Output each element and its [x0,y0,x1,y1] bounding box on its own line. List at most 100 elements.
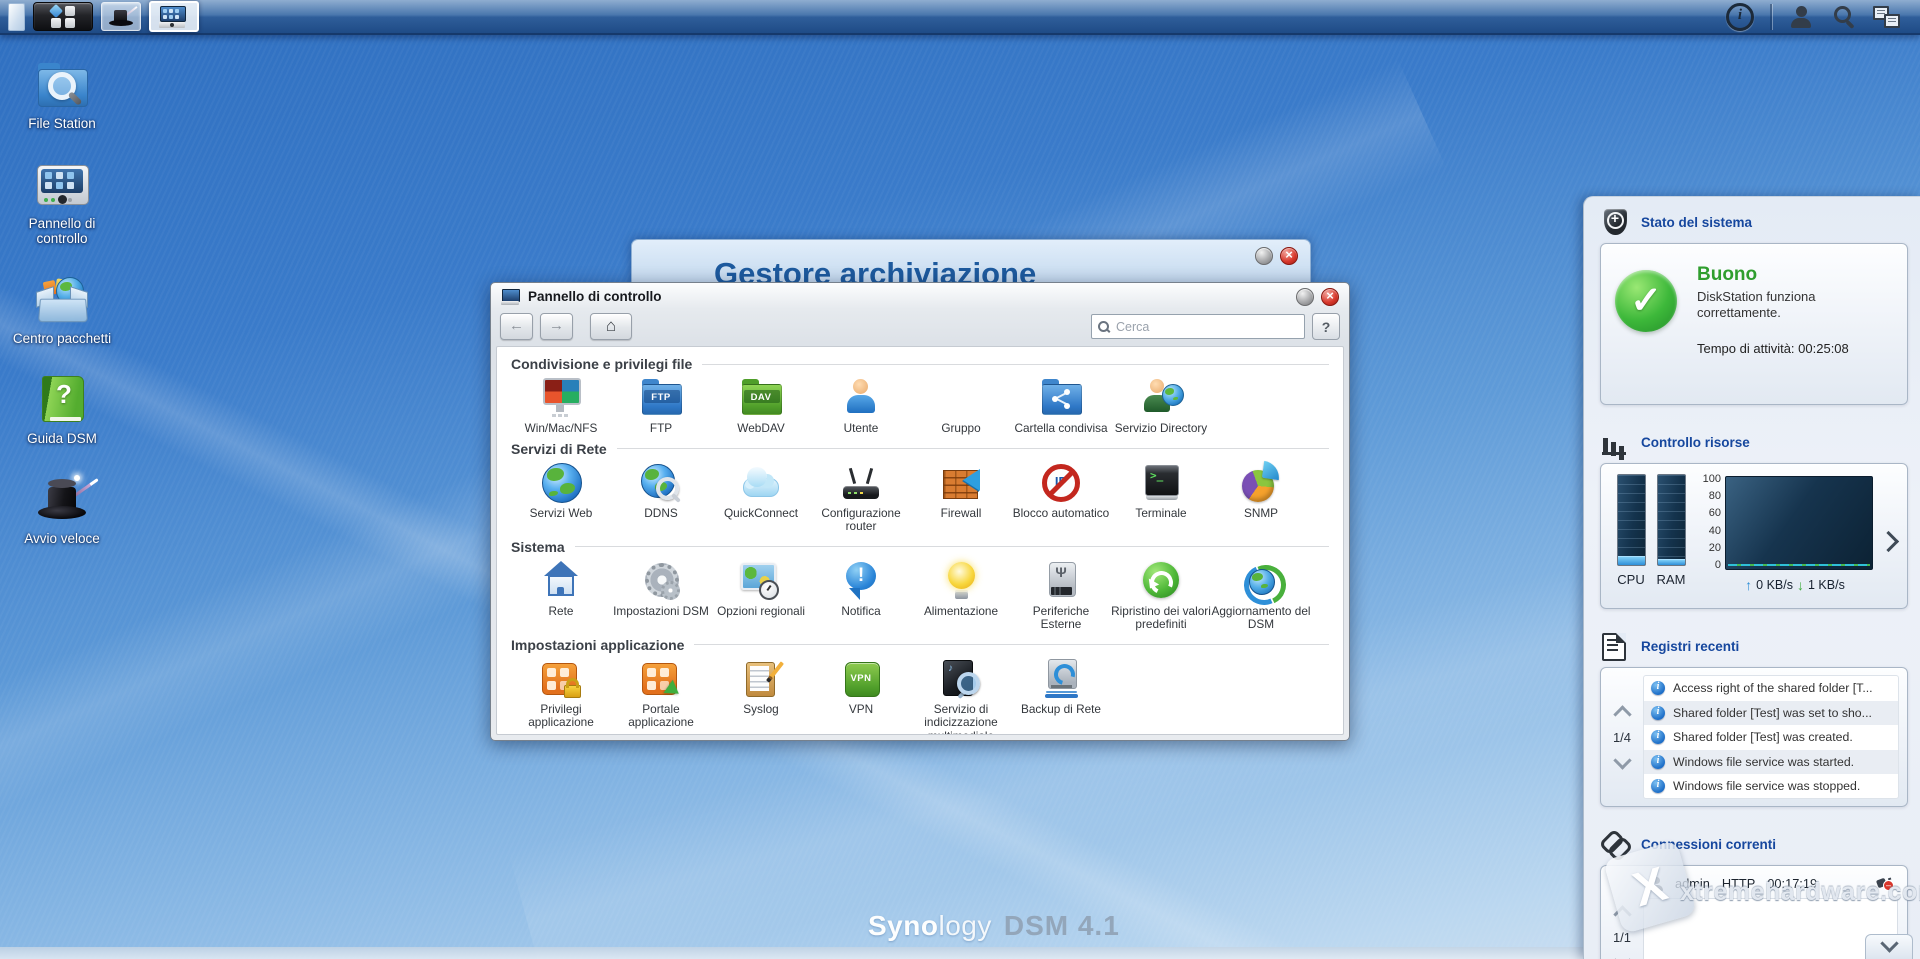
pilot-view-icon[interactable] [1872,5,1900,29]
cp-item-external-devices[interactable]: Ψ Periferiche Esterne [1011,556,1111,632]
cp-item-directory-service[interactable]: Servizio Directory [1111,373,1211,436]
sidebar-collapse-button[interactable] [1865,934,1913,959]
gears-icon [638,559,684,603]
cp-item-power[interactable]: Alimentazione [911,556,1011,632]
firewall-icon [938,461,984,505]
dsm-help-icon: ? [34,373,90,425]
desktop-icon-quick-launch[interactable]: Avvio veloce [8,473,116,546]
log-row: Windows file service was stopped. [1644,774,1898,799]
desktop-icon-control-panel[interactable]: Pannello di controllo [8,158,116,246]
resource-monitor-expand-chevron[interactable] [1878,530,1899,551]
storage-manager-window[interactable]: Gestore archiviazione [631,239,1311,286]
section-title: Impostazioni applicazione [511,637,684,653]
cp-item-dsm-settings[interactable]: Impostazioni DSM [611,556,711,632]
help-button[interactable]: ? [1312,313,1340,340]
cp-item-win-mac-nfs[interactable]: Win/Mac/NFS [511,373,611,436]
cp-item-quickconnect[interactable]: QuickConnect [711,458,811,534]
cp-item-group[interactable]: Gruppo [911,373,1011,436]
search-icon[interactable] [1830,4,1856,30]
network-graph [1725,476,1873,570]
minimize-button[interactable] [1296,288,1314,306]
cp-item-snmp[interactable]: SNMP [1211,458,1311,534]
cp-item-shared-folder[interactable]: Cartella condivisa [1011,373,1111,436]
widget-sidebar: Stato del sistema Buono DiskStation funz… [1583,196,1920,959]
search-icon [1098,321,1109,332]
cp-item-regional-options[interactable]: Opzioni regionali [711,556,811,632]
download-rate: 1 KB/s [1808,578,1845,592]
cp-item-app-portal[interactable]: Portale applicazione [611,654,711,736]
cp-item-restore-defaults[interactable]: Ripristino dei valori predefiniti [1111,556,1211,632]
cp-item-notification[interactable]: ! Notifica [811,556,911,632]
cp-item-ftp[interactable]: FTP FTP [611,373,711,436]
forward-button[interactable]: → [540,313,573,340]
forward-arrow-icon: → [549,317,564,334]
cp-item-web-services[interactable]: Servizi Web [511,458,611,534]
cp-item-auto-block[interactable]: IP Blocco automatico [1011,458,1111,534]
home-network-icon [538,559,584,603]
show-desktop-button[interactable] [8,3,25,31]
upload-arrow-icon: ↑ [1745,577,1752,593]
download-arrow-icon: ↓ [1797,577,1804,593]
directory-service-icon [1138,376,1184,420]
shared-folder-icon [1038,376,1084,420]
section-network-services: Servizi di Rete Servizi Web DDNS QuickCo… [511,441,1329,534]
section-title: Condivisione e privilegi file [511,356,692,372]
cp-item-ddns[interactable]: DDNS [611,458,711,534]
app-privileges-icon [538,657,584,701]
info-icon [1651,779,1665,793]
info-icon [1651,706,1665,720]
notification-icon: ! [838,559,884,603]
cp-item-router-config[interactable]: Configurazione router [811,458,911,534]
main-menu-icon [49,4,63,18]
recent-logs-header: Registri recenti [1584,621,1920,665]
cp-item-dsm-update[interactable]: Aggiornamento del DSM [1211,556,1311,632]
desktop-icon-package-center[interactable]: Centro pacchetti [8,273,116,346]
system-health-card: Buono DiskStation funziona correttamente… [1600,243,1908,405]
widget-title: Registri recenti [1641,639,1739,654]
control-panel-titlebar[interactable]: Pannello di controllo [491,283,1349,310]
cp-item-network-backup[interactable]: Backup di Rete [1011,654,1111,736]
app-portal-icon [638,657,684,701]
control-panel-icon [34,158,90,210]
search-input[interactable] [1114,319,1298,335]
cp-item-webdav[interactable]: DAV WebDAV [711,373,811,436]
uptime-text: Tempo di attività: 00:25:08 [1697,341,1857,356]
pager-down-icon[interactable] [1613,951,1631,959]
cp-item-app-privileges[interactable]: Privilegi applicazione [511,654,611,736]
desktop-icon-dsm-help[interactable]: ? Guida DSM [8,373,116,446]
pager-up-icon[interactable] [1613,705,1631,723]
cpu-gauge [1617,474,1646,566]
taskbar-item-quick-launch[interactable] [101,2,141,31]
user-icon [838,376,884,420]
cp-item-media-indexing[interactable]: ♪ Servizio di indicizzazione multimedial… [911,654,1011,736]
minimize-button[interactable] [1255,247,1273,265]
pie-chart-icon [1238,461,1284,505]
monitor-icon [538,376,584,420]
cp-item-firewall[interactable]: Firewall [911,458,1011,534]
bar-chart-icon [1602,432,1626,455]
taskbar-item-control-panel[interactable] [149,1,199,32]
log-row: Windows file service was started. [1644,750,1898,775]
control-panel-window: Pannello di controllo ← → ⌂ ? Condivisio… [490,282,1350,741]
health-message: DiskStation funziona correttamente. [1697,289,1857,321]
cp-item-user[interactable]: Utente [811,373,911,436]
cloud-icon [738,461,784,505]
user-icon[interactable] [1788,4,1814,30]
cp-item-vpn[interactable]: VPN VPN [811,654,911,736]
close-button[interactable] [1280,247,1298,265]
cp-item-terminal[interactable]: >_ Terminale [1111,458,1211,534]
cp-item-network[interactable]: Rete [511,556,611,632]
file-station-icon [34,58,90,110]
info-icon[interactable] [1726,3,1754,31]
recent-logs-card: 1/4 Access right of the shared folder [T… [1600,667,1908,807]
taskbar [0,0,1920,35]
light-bulb-icon [938,559,984,603]
main-menu-button[interactable] [33,2,93,31]
desktop-icon-file-station[interactable]: File Station [8,58,116,131]
pager-down-icon[interactable] [1613,751,1631,769]
home-button[interactable]: ⌂ [590,313,632,340]
cp-item-syslog[interactable]: Syslog [711,654,811,736]
back-button[interactable]: ← [500,313,533,340]
resource-monitor-header: Controllo risorse [1584,417,1920,461]
close-button[interactable] [1321,288,1339,306]
